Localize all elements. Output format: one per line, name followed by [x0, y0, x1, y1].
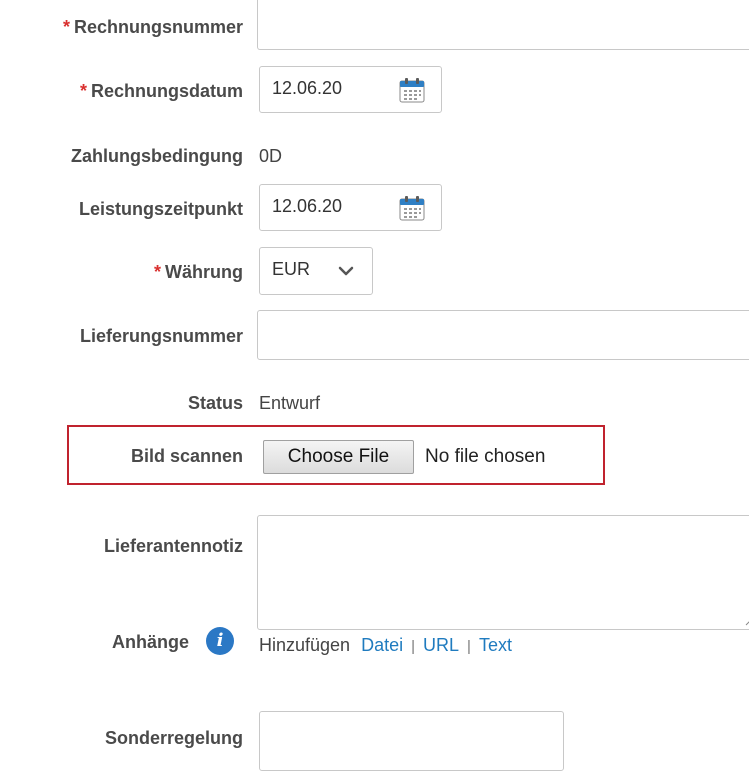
- supplier-note-textarea[interactable]: [257, 515, 749, 630]
- attach-url-link[interactable]: URL: [423, 635, 459, 655]
- service-date-value: 12.06.20: [272, 196, 343, 216]
- separator: |: [411, 638, 416, 655]
- add-label: Hinzufügen: [259, 635, 351, 655]
- required-marker: *: [79, 81, 87, 101]
- choose-file-button[interactable]: Choose File: [263, 440, 414, 474]
- info-icon[interactable]: i: [206, 627, 234, 655]
- calendar-icon[interactable]: [399, 78, 425, 103]
- chevron-down-icon: [338, 266, 354, 276]
- calendar-icon[interactable]: [399, 196, 425, 221]
- delivery-number-input[interactable]: [257, 310, 749, 360]
- invoice-number-label: * Rechnungsnummer: [62, 17, 243, 37]
- attach-text-link[interactable]: Text: [479, 635, 512, 655]
- attachments-actions: Hinzufügen Datei | URL | Text: [259, 634, 512, 658]
- status-label: Status: [187, 393, 243, 413]
- service-date-label: Leistungszeitpunkt: [78, 199, 243, 219]
- delivery-number-label: Lieferungsnummer: [79, 326, 243, 346]
- supplier-note-label: Lieferantennotiz: [103, 536, 243, 556]
- scan-image-label: Bild scannen: [130, 446, 243, 466]
- file-status-text: No file chosen: [425, 446, 546, 467]
- invoice-date-input[interactable]: 12.06.20: [259, 66, 442, 113]
- service-date-input[interactable]: 12.06.20: [259, 184, 442, 231]
- resize-grip-icon[interactable]: [745, 618, 749, 626]
- required-marker: *: [153, 262, 161, 282]
- currency-label: * Währung: [153, 262, 243, 282]
- currency-value: EUR: [272, 259, 311, 279]
- special-rule-input[interactable]: [259, 711, 564, 771]
- required-marker: *: [62, 17, 70, 37]
- special-rule-label: Sonderregelung: [104, 728, 243, 748]
- separator: |: [467, 638, 471, 655]
- invoice-date-label: * Rechnungsdatum: [79, 81, 243, 101]
- attach-file-link[interactable]: Datei: [361, 635, 403, 655]
- invoice-number-input[interactable]: [257, 0, 749, 50]
- invoice-date-value: 12.06.20: [272, 78, 343, 98]
- attachments-label: Anhänge: [111, 632, 189, 652]
- payment-terms-label: Zahlungsbedingung: [71, 146, 243, 166]
- status-value: Entwurf: [259, 393, 321, 413]
- currency-select[interactable]: EUR: [259, 247, 373, 295]
- payment-terms-value: 0D: [259, 146, 283, 166]
